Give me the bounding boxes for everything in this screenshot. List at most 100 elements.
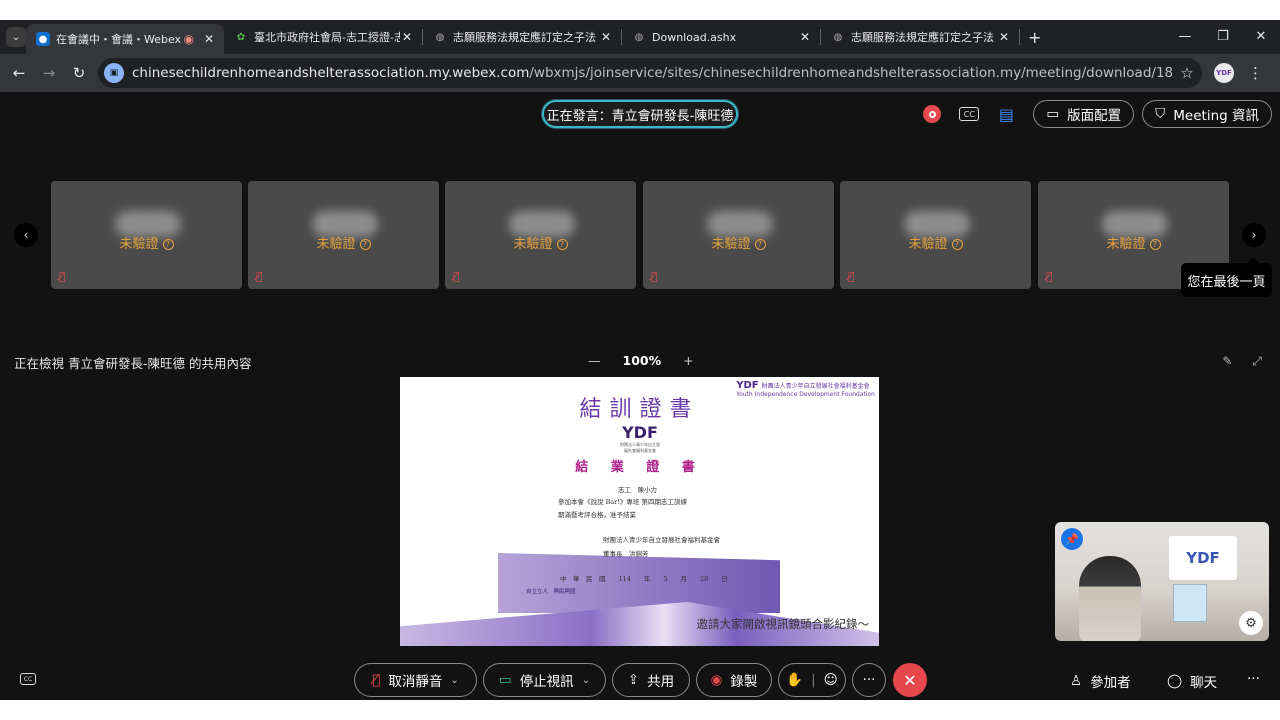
add-app-icon[interactable]: ▤ [997, 105, 1015, 124]
closed-caption-icon[interactable]: CC [959, 107, 980, 121]
tab-webex-meeting[interactable]: ● 在會議中・會議・Webex ◉ ✕ [26, 24, 224, 54]
tab-volunteer-law-1[interactable]: ◍ 志願服務法規定應訂定之子法 ✕ [423, 20, 621, 54]
muted-mic-icon: 🎙̸ [372, 672, 381, 688]
new-tab-button[interactable]: + [1028, 28, 1041, 47]
more-icon[interactable]: ··· [1247, 671, 1260, 687]
zoom-level: 100% [622, 353, 662, 368]
restore-icon[interactable]: ❐ [1204, 20, 1242, 54]
close-tab-icon[interactable]: ✕ [400, 30, 414, 44]
leave-meeting-button[interactable]: ✕ [893, 663, 927, 697]
window-controls: — ❐ ✕ [1166, 20, 1280, 54]
participant-tile[interactable]: 未驗證? 🎙̸ [643, 181, 834, 289]
url-text: chinesechildrenhomeandshelterassociation… [132, 65, 1172, 81]
url-field[interactable]: ▣ chinesechildrenhomeandshelterassociati… [98, 58, 1202, 88]
participants-button[interactable]: ♙ 參加者 [1070, 671, 1131, 691]
record-button[interactable]: ◉ 錄製 [696, 663, 772, 697]
self-view-video[interactable]: YDF 📌 ⚙ [1055, 522, 1269, 641]
active-speaker-indicator: 正在發言：青立會研發長-陳旺德 [542, 100, 738, 128]
more-options-button[interactable]: ··· [852, 663, 886, 697]
zoom-out-icon[interactable]: — [588, 353, 601, 368]
share-icon: ⇪ [627, 672, 640, 688]
layout-button[interactable]: ▭ 版面配置 [1033, 100, 1135, 128]
recording-indicator-icon [923, 105, 942, 123]
recording-icon: ◉ [183, 32, 194, 46]
meeting-info-button[interactable]: ⛉ Meeting 資訊 [1142, 100, 1272, 128]
closed-caption-icon[interactable]: CC [20, 673, 36, 685]
participant-tile[interactable]: 未驗證? 🎙̸ [840, 181, 1031, 289]
globe-icon: ◍ [833, 31, 843, 43]
certificate-line: 期滿暨考評合格，准予結業 [558, 511, 636, 519]
poster [1173, 584, 1207, 622]
site-info-icon[interactable]: ▣ [104, 63, 124, 83]
expand-icon[interactable]: ⤢ [1252, 354, 1262, 369]
close-tab-icon[interactable]: ✕ [798, 30, 812, 44]
close-window-icon[interactable]: ✕ [1242, 20, 1280, 54]
certificate-line: 志工 陳小力 [618, 486, 657, 494]
forward-icon[interactable]: → [34, 64, 64, 82]
annotate-icon[interactable]: ✎ [1222, 354, 1232, 369]
tab-title: 志願服務法規定應訂定之子法 [453, 31, 596, 44]
bottom-margin [0, 700, 1280, 720]
chevron-down-icon[interactable]: ⌄ [450, 675, 458, 686]
close-tab-icon[interactable]: ✕ [202, 32, 216, 46]
participant-tile[interactable]: 未驗證? 🎙̸ [445, 181, 636, 289]
shield-icon: ⛉ [1155, 106, 1166, 122]
prev-page-icon[interactable]: ‹ [14, 223, 38, 247]
tab-title: Download.ashx [652, 30, 737, 44]
back-icon[interactable]: ← [4, 64, 34, 82]
chat-icon: ◯ [1167, 673, 1183, 689]
chevron-down-icon[interactable]: ⌄ [582, 675, 590, 686]
certificate-line: 董事長 洪錦芳 [603, 550, 649, 558]
profile-avatar[interactable]: YDF [1214, 63, 1234, 83]
tab-title: 在會議中・會議・Webex [56, 33, 182, 46]
certificate-line: 參加本會《說說 Bar!》專班 第四期志工訓練 [558, 498, 688, 506]
certificate-date: 中 華 民 國 114 年 5 月 28 日 [560, 575, 728, 583]
raise-hand-icon: ✋ [786, 672, 804, 688]
unverified-label: 未驗證? [248, 233, 439, 252]
muted-mic-icon: 🎙̸ [848, 270, 855, 283]
chat-button[interactable]: ◯ 聊天 [1167, 671, 1217, 691]
self-person [1079, 556, 1141, 641]
close-tab-icon[interactable]: ✕ [599, 30, 613, 44]
tab-social-welfare[interactable]: ✿ 臺北市政府社會局-志工授證-志 ✕ [224, 20, 422, 54]
tab-volunteer-law-2[interactable]: ◍ 志願服務法規定應訂定之子法 ✕ [821, 20, 1019, 54]
last-page-tooltip: 您在最後一頁 [1181, 257, 1272, 297]
unverified-label: 未驗證? [445, 233, 636, 252]
slide-caption: 邀請大家開啟視訊鏡頭合影紀錄～ [696, 617, 870, 631]
close-tab-icon[interactable]: ✕ [997, 30, 1011, 44]
share-button[interactable]: ⇪ 共用 [612, 663, 690, 697]
address-bar-row: ← → ↻ ▣ chinesechildrenhomeandshelterass… [0, 54, 1280, 92]
browser-menu-icon[interactable]: ⋮ [1248, 64, 1263, 82]
tab-title: 志願服務法規定應訂定之子法 [851, 31, 994, 44]
ydf-logo: YDF 財團法人青少年自立發展社會福利基金會 [620, 423, 660, 453]
meeting-stage: 正在發言：青立會研發長-陳旺德 CC ▤ ▭ 版面配置 ⛉ Meeting 資訊… [0, 92, 1280, 700]
ydf-sign: YDF [1169, 536, 1237, 580]
zoom-in-icon[interactable]: + [683, 353, 693, 368]
info-icon: ? [359, 239, 371, 250]
muted-mic-icon: 🎙̸ [453, 270, 460, 283]
stop-video-button[interactable]: ▭ 停止視訊 ⌄ [483, 663, 606, 697]
minimize-icon[interactable]: — [1166, 20, 1204, 54]
unmute-button[interactable]: 🎙̸ 取消靜音 ⌄ [354, 663, 477, 697]
reactions-button[interactable]: ✋ | ☺ [778, 663, 846, 697]
tab-download[interactable]: ◍ Download.ashx ✕ [622, 20, 820, 54]
camera-icon: ▭ [498, 672, 512, 688]
participant-tile[interactable]: 未驗證? 🎙̸ [51, 181, 242, 289]
bookmark-star-icon[interactable]: ☆ [1172, 64, 1202, 82]
emoji-icon: ☺ [823, 672, 838, 688]
record-icon: ◉ [710, 672, 723, 688]
browser-tab-bar: ⌄ ● 在會議中・會議・Webex ◉ ✕ ✿ 臺北市政府社會局-志工授證-志 … [0, 20, 1280, 54]
tab-search-button[interactable]: ⌄ [6, 27, 26, 47]
next-page-icon[interactable]: › [1242, 223, 1266, 247]
reload-icon[interactable]: ↻ [64, 64, 94, 82]
pin-icon[interactable]: 📌 [1061, 528, 1083, 550]
gear-icon[interactable]: ⚙ [1239, 611, 1263, 635]
info-icon: ? [162, 239, 174, 250]
webex-icon: ● [36, 32, 50, 46]
participant-tile[interactable]: 未驗證? 🎙̸ [248, 181, 439, 289]
share-viewing-label: 正在檢視 青立會研發長-陳旺德 的共用內容 [14, 356, 252, 371]
more-icon: ··· [862, 672, 876, 688]
muted-mic-icon: 🎙̸ [651, 270, 658, 283]
share-tools: ✎ ⤢ [1222, 354, 1262, 369]
info-icon: ? [951, 239, 963, 250]
